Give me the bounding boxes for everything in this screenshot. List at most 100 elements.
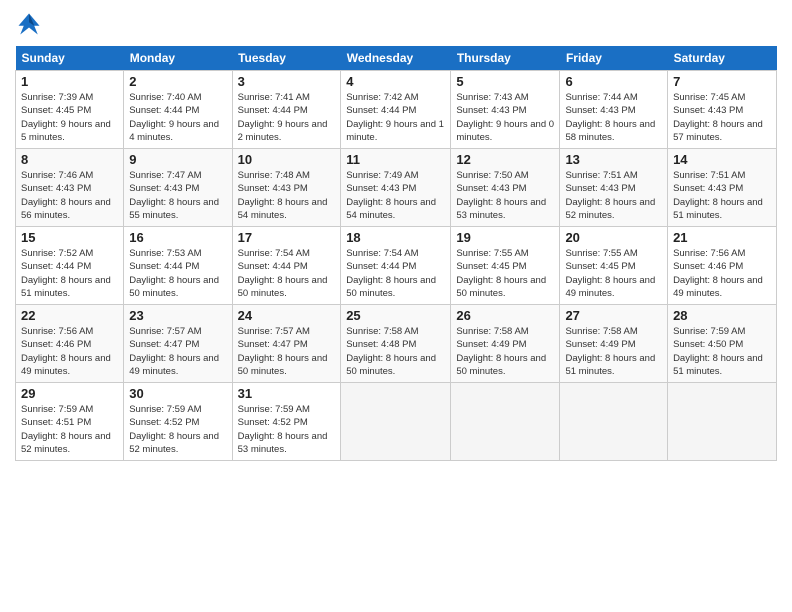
calendar-cell: 6 Sunrise: 7:44 AMSunset: 4:43 PMDaylight… xyxy=(560,71,668,149)
calendar-cell: 1 Sunrise: 7:39 AMSunset: 4:45 PMDaylight… xyxy=(16,71,124,149)
day-number: 24 xyxy=(238,308,336,323)
day-number: 12 xyxy=(456,152,554,167)
logo-icon xyxy=(15,10,43,38)
day-number: 15 xyxy=(21,230,118,245)
day-number: 27 xyxy=(565,308,662,323)
calendar-cell: 29Sunrise: 7:59 AMSunset: 4:51 PMDayligh… xyxy=(16,383,124,461)
calendar-cell: 5 Sunrise: 7:43 AMSunset: 4:43 PMDaylight… xyxy=(451,71,560,149)
day-number: 2 xyxy=(129,74,226,89)
day-info: Sunrise: 7:58 AMSunset: 4:49 PMDaylight:… xyxy=(565,325,662,378)
calendar-cell: 10Sunrise: 7:48 AMSunset: 4:43 PMDayligh… xyxy=(232,149,341,227)
day-info: Sunrise: 7:41 AMSunset: 4:44 PMDaylight:… xyxy=(238,91,336,144)
calendar-cell: 27 Sunrise: 7:58 AMSunset: 4:49 PMDayligh… xyxy=(560,305,668,383)
day-info: Sunrise: 7:53 AMSunset: 4:44 PMDaylight:… xyxy=(129,247,226,300)
day-info: Sunrise: 7:59 AMSunset: 4:50 PMDaylight:… xyxy=(673,325,771,378)
day-number: 8 xyxy=(21,152,118,167)
day-number: 4 xyxy=(346,74,445,89)
calendar-cell: 12Sunrise: 7:50 AMSunset: 4:43 PMDayligh… xyxy=(451,149,560,227)
day-number: 20 xyxy=(565,230,662,245)
calendar-cell: 9 Sunrise: 7:47 AMSunset: 4:43 PMDaylight… xyxy=(124,149,232,227)
day-info: Sunrise: 7:40 AMSunset: 4:44 PMDaylight:… xyxy=(129,91,226,144)
day-info: Sunrise: 7:54 AMSunset: 4:44 PMDaylight:… xyxy=(346,247,445,300)
day-info: Sunrise: 7:52 AMSunset: 4:44 PMDaylight:… xyxy=(21,247,118,300)
week-row-2: 8 Sunrise: 7:46 AMSunset: 4:43 PMDaylight… xyxy=(16,149,777,227)
col-header-thursday: Thursday xyxy=(451,46,560,71)
day-number: 3 xyxy=(238,74,336,89)
week-row-3: 15 Sunrise: 7:52 AMSunset: 4:44 PMDayligh… xyxy=(16,227,777,305)
day-info: Sunrise: 7:58 AMSunset: 4:49 PMDaylight:… xyxy=(456,325,554,378)
week-row-4: 22 Sunrise: 7:56 AMSunset: 4:46 PMDayligh… xyxy=(16,305,777,383)
day-info: Sunrise: 7:44 AMSunset: 4:43 PMDaylight:… xyxy=(565,91,662,144)
day-number: 29 xyxy=(21,386,118,401)
day-number: 6 xyxy=(565,74,662,89)
day-info: Sunrise: 7:55 AMSunset: 4:45 PMDaylight:… xyxy=(456,247,554,300)
calendar-cell: 20 Sunrise: 7:55 AMSunset: 4:45 PMDayligh… xyxy=(560,227,668,305)
col-header-tuesday: Tuesday xyxy=(232,46,341,71)
header-row: SundayMondayTuesdayWednesdayThursdayFrid… xyxy=(16,46,777,71)
calendar-cell: 15 Sunrise: 7:52 AMSunset: 4:44 PMDayligh… xyxy=(16,227,124,305)
calendar-cell: 19 Sunrise: 7:55 AMSunset: 4:45 PMDayligh… xyxy=(451,227,560,305)
calendar-cell: 24 Sunrise: 7:57 AMSunset: 4:47 PMDayligh… xyxy=(232,305,341,383)
day-number: 16 xyxy=(129,230,226,245)
col-header-monday: Monday xyxy=(124,46,232,71)
calendar-cell: 25Sunrise: 7:58 AMSunset: 4:48 PMDayligh… xyxy=(341,305,451,383)
calendar-cell: 16 Sunrise: 7:53 AMSunset: 4:44 PMDayligh… xyxy=(124,227,232,305)
day-info: Sunrise: 7:59 AMSunset: 4:52 PMDaylight:… xyxy=(238,403,336,456)
day-info: Sunrise: 7:56 AMSunset: 4:46 PMDaylight:… xyxy=(21,325,118,378)
calendar-cell: 28 Sunrise: 7:59 AMSunset: 4:50 PMDayligh… xyxy=(668,305,777,383)
day-info: Sunrise: 7:47 AMSunset: 4:43 PMDaylight:… xyxy=(129,169,226,222)
day-info: Sunrise: 7:45 AMSunset: 4:43 PMDaylight:… xyxy=(673,91,771,144)
calendar-cell: 17Sunrise: 7:54 AMSunset: 4:44 PMDayligh… xyxy=(232,227,341,305)
day-info: Sunrise: 7:58 AMSunset: 4:48 PMDaylight:… xyxy=(346,325,445,378)
col-header-saturday: Saturday xyxy=(668,46,777,71)
calendar-cell: 22 Sunrise: 7:56 AMSunset: 4:46 PMDayligh… xyxy=(16,305,124,383)
day-number: 1 xyxy=(21,74,118,89)
day-number: 31 xyxy=(238,386,336,401)
calendar-cell: 13 Sunrise: 7:51 AMSunset: 4:43 PMDayligh… xyxy=(560,149,668,227)
calendar-cell: 11Sunrise: 7:49 AMSunset: 4:43 PMDayligh… xyxy=(341,149,451,227)
col-header-friday: Friday xyxy=(560,46,668,71)
calendar-cell: 30Sunrise: 7:59 AMSunset: 4:52 PMDayligh… xyxy=(124,383,232,461)
day-number: 5 xyxy=(456,74,554,89)
day-info: Sunrise: 7:51 AMSunset: 4:43 PMDaylight:… xyxy=(673,169,771,222)
day-info: Sunrise: 7:43 AMSunset: 4:43 PMDaylight:… xyxy=(456,91,554,144)
col-header-wednesday: Wednesday xyxy=(341,46,451,71)
calendar-cell: 2 Sunrise: 7:40 AMSunset: 4:44 PMDaylight… xyxy=(124,71,232,149)
calendar-cell xyxy=(341,383,451,461)
calendar-cell: 21Sunrise: 7:56 AMSunset: 4:46 PMDayligh… xyxy=(668,227,777,305)
logo xyxy=(15,10,47,38)
day-number: 10 xyxy=(238,152,336,167)
calendar-cell: 23Sunrise: 7:57 AMSunset: 4:47 PMDayligh… xyxy=(124,305,232,383)
calendar-cell: 8 Sunrise: 7:46 AMSunset: 4:43 PMDaylight… xyxy=(16,149,124,227)
day-number: 28 xyxy=(673,308,771,323)
week-row-1: 1 Sunrise: 7:39 AMSunset: 4:45 PMDaylight… xyxy=(16,71,777,149)
calendar-cell: 7 Sunrise: 7:45 AMSunset: 4:43 PMDaylight… xyxy=(668,71,777,149)
day-info: Sunrise: 7:51 AMSunset: 4:43 PMDaylight:… xyxy=(565,169,662,222)
day-number: 30 xyxy=(129,386,226,401)
col-header-sunday: Sunday xyxy=(16,46,124,71)
day-number: 11 xyxy=(346,152,445,167)
day-info: Sunrise: 7:57 AMSunset: 4:47 PMDaylight:… xyxy=(238,325,336,378)
calendar-cell: 4Sunrise: 7:42 AMSunset: 4:44 PMDaylight… xyxy=(341,71,451,149)
day-info: Sunrise: 7:55 AMSunset: 4:45 PMDaylight:… xyxy=(565,247,662,300)
day-number: 13 xyxy=(565,152,662,167)
day-number: 7 xyxy=(673,74,771,89)
calendar-cell: 14Sunrise: 7:51 AMSunset: 4:43 PMDayligh… xyxy=(668,149,777,227)
calendar-cell: 26 Sunrise: 7:58 AMSunset: 4:49 PMDayligh… xyxy=(451,305,560,383)
day-number: 22 xyxy=(21,308,118,323)
day-info: Sunrise: 7:54 AMSunset: 4:44 PMDaylight:… xyxy=(238,247,336,300)
calendar-cell: 18 Sunrise: 7:54 AMSunset: 4:44 PMDayligh… xyxy=(341,227,451,305)
page-container: SundayMondayTuesdayWednesdayThursdayFrid… xyxy=(0,0,792,471)
day-info: Sunrise: 7:39 AMSunset: 4:45 PMDaylight:… xyxy=(21,91,118,144)
calendar-cell: 31 Sunrise: 7:59 AMSunset: 4:52 PMDayligh… xyxy=(232,383,341,461)
week-row-5: 29Sunrise: 7:59 AMSunset: 4:51 PMDayligh… xyxy=(16,383,777,461)
day-info: Sunrise: 7:57 AMSunset: 4:47 PMDaylight:… xyxy=(129,325,226,378)
day-number: 9 xyxy=(129,152,226,167)
day-number: 19 xyxy=(456,230,554,245)
day-number: 18 xyxy=(346,230,445,245)
day-number: 26 xyxy=(456,308,554,323)
calendar-cell: 3 Sunrise: 7:41 AMSunset: 4:44 PMDaylight… xyxy=(232,71,341,149)
page-header xyxy=(15,10,777,38)
calendar-cell xyxy=(668,383,777,461)
day-info: Sunrise: 7:46 AMSunset: 4:43 PMDaylight:… xyxy=(21,169,118,222)
